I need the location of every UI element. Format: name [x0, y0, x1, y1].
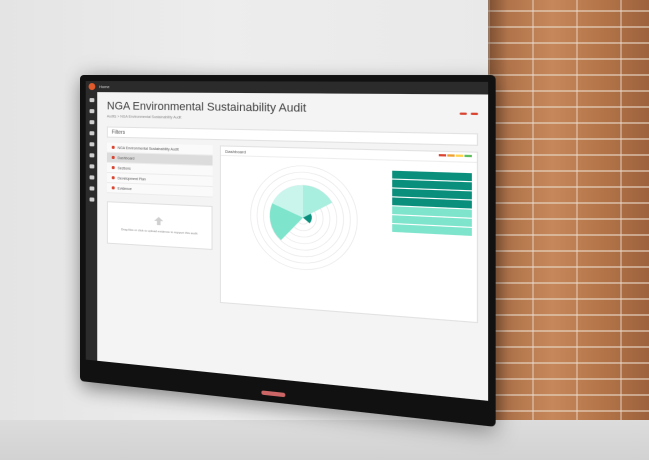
filters-label: Filters	[111, 129, 126, 136]
upload-icon	[154, 217, 163, 226]
main-content: NGA Environmental Sustainability Audit A…	[97, 92, 488, 401]
chart-segment[interactable]	[302, 185, 333, 220]
nav-icon[interactable]	[89, 197, 94, 202]
dashboard-icon	[111, 155, 115, 160]
legend-swatch	[447, 154, 455, 157]
action-button[interactable]	[470, 112, 479, 116]
evidence-dropzone[interactable]: Drag files or click to upload evidence t…	[106, 201, 213, 250]
dashboard-panel: Dashboard	[219, 145, 479, 324]
nav-icon[interactable]	[89, 142, 94, 147]
legend-swatch	[438, 154, 447, 157]
panel-item-label: Evidence	[117, 185, 132, 191]
filters-bar[interactable]: Filters	[106, 126, 479, 146]
nav-icon[interactable]	[89, 131, 94, 136]
evidence-icon	[111, 186, 115, 190]
top-actions	[459, 112, 479, 116]
home-link[interactable]: Home	[99, 84, 109, 89]
nav-icon[interactable]	[89, 109, 94, 114]
nav-icon[interactable]	[89, 98, 94, 103]
breadcrumb[interactable]: Audits > NGA Environmental Sustainabilit…	[107, 114, 181, 119]
brick-wall	[488, 0, 649, 460]
app-logo-icon[interactable]	[88, 83, 96, 91]
dashboard-title: Dashboard	[225, 148, 246, 154]
panel-item-label: NGA Environmental Sustainability Audit	[117, 145, 179, 152]
panel-item-label: Dashboard	[117, 155, 135, 161]
plan-icon	[111, 176, 115, 180]
section-score-list	[392, 170, 472, 237]
floor	[0, 420, 649, 460]
panel-item-label: Sections	[117, 165, 131, 171]
action-button[interactable]	[459, 112, 467, 115]
polar-area-chart	[248, 162, 359, 275]
nav-icon[interactable]	[89, 175, 94, 180]
legend-swatch	[464, 154, 472, 158]
nav-icon[interactable]	[89, 153, 94, 158]
page-title: NGA Environmental Sustainability Audit	[106, 100, 307, 116]
nav-sidebar	[85, 92, 98, 361]
dropzone-text: Drag files or click to upload evidence t…	[121, 227, 198, 236]
audit-icon	[111, 145, 115, 149]
chart-rings	[251, 164, 358, 273]
audit-nav-panel: NGA Environmental Sustainability Audit D…	[106, 142, 213, 345]
nav-icon[interactable]	[89, 164, 94, 169]
legend-swatch	[455, 154, 464, 157]
nav-icon[interactable]	[89, 120, 94, 125]
app-screen: Home NGA Environmental Sustainability Au…	[85, 81, 489, 401]
panel-item-label: Development Plan	[117, 175, 146, 181]
nav-icon[interactable]	[89, 186, 94, 191]
tv-monitor: Home NGA Environmental Sustainability Au…	[80, 75, 496, 427]
sections-icon	[111, 166, 115, 170]
